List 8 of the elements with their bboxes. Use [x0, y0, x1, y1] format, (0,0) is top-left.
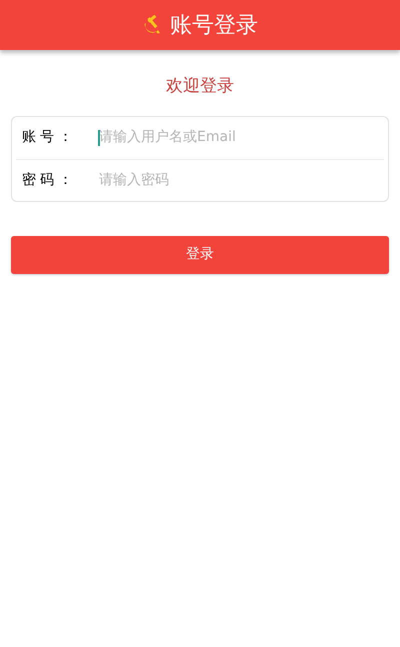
field-label: 账号：	[22, 128, 78, 147]
header-title: 账号登录	[170, 12, 258, 40]
hammer-sickle-icon	[142, 15, 162, 35]
login-button[interactable]: 登录	[11, 236, 389, 274]
input-field[interactable]: 请输入用户名或Email	[98, 127, 378, 148]
field-label: 密码：	[22, 170, 78, 190]
input-field[interactable]: 请输入密码	[98, 170, 378, 190]
welcome-text: 欢迎登录	[166, 75, 234, 98]
